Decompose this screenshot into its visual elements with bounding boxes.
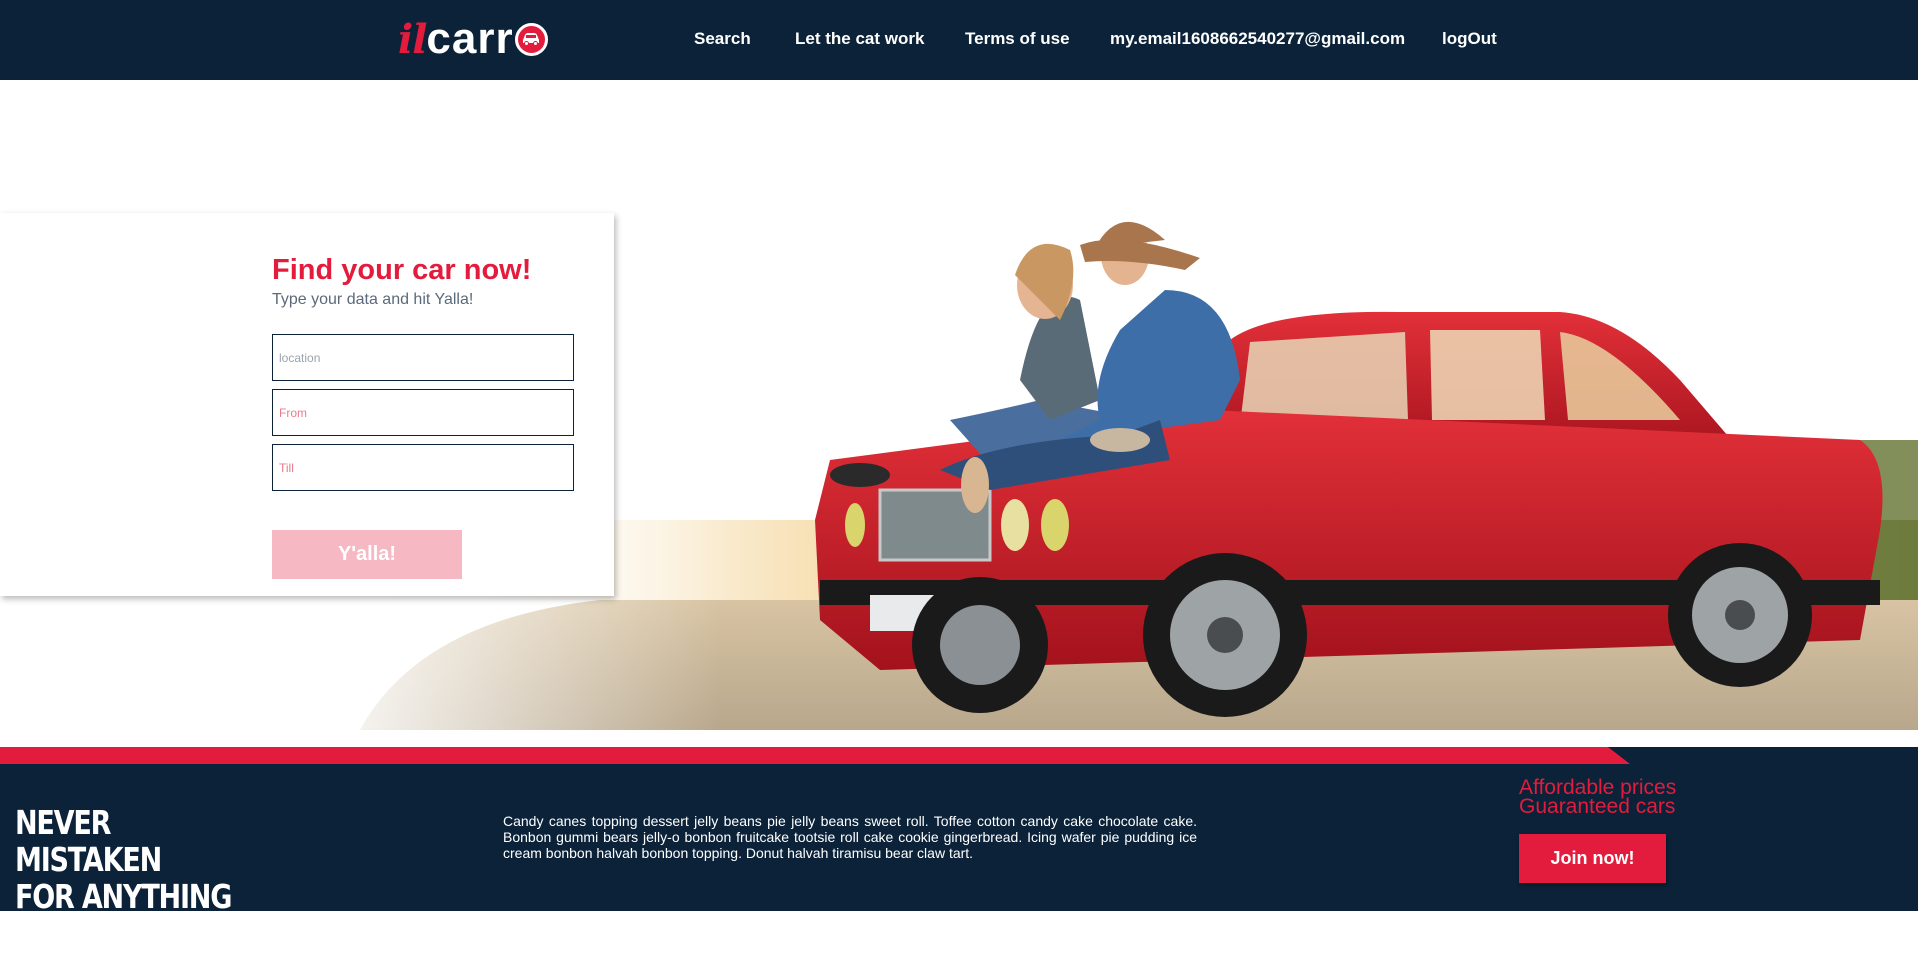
promo-band: NEVER MISTAKEN FOR ANYTHING ELSE Candy c… xyxy=(0,730,1918,911)
nav-search-link[interactable]: Search xyxy=(694,29,751,49)
till-date-field[interactable] xyxy=(272,444,574,491)
join-now-button[interactable]: Join now! xyxy=(1519,834,1666,883)
top-navbar: il carr Search Let the cat work Terms of… xyxy=(0,0,1918,80)
red-stripe xyxy=(0,730,1918,764)
promo-headline: Affordable prices Guaranteed cars xyxy=(1519,777,1676,818)
till-date-input[interactable] xyxy=(273,445,573,490)
slogan-line-1: NEVER MISTAKEN xyxy=(15,803,162,879)
slogan: NEVER MISTAKEN FOR ANYTHING ELSE xyxy=(15,804,261,911)
nav-logout-link[interactable]: logOut xyxy=(1442,29,1497,49)
slogan-line-2: FOR ANYTHING ELSE xyxy=(15,877,232,911)
nav-let-the-cat-work-link[interactable]: Let the cat work xyxy=(795,29,924,49)
yalla-search-button[interactable]: Y'alla! xyxy=(272,530,462,579)
hero-section: Find your car now! Type your data and hi… xyxy=(0,80,1918,730)
from-date-input[interactable] xyxy=(273,390,573,435)
search-card-subtitle: Type your data and hit Yalla! xyxy=(272,291,474,308)
promo-line-2: Guaranteed cars xyxy=(1519,795,1676,818)
nav-terms-of-use-link[interactable]: Terms of use xyxy=(965,29,1070,49)
main-nav: Search Let the cat work Terms of use my.… xyxy=(0,0,1918,80)
promo-description: Candy canes topping dessert jelly beans … xyxy=(503,813,1197,861)
location-input[interactable] xyxy=(273,335,573,380)
location-field[interactable] xyxy=(272,334,574,381)
search-card-title: Find your car now! xyxy=(272,254,532,286)
from-date-field[interactable] xyxy=(272,389,574,436)
nav-user-email-link[interactable]: my.email1608662540277@gmail.com xyxy=(1110,29,1405,49)
search-card: Find your car now! Type your data and hi… xyxy=(0,213,614,596)
